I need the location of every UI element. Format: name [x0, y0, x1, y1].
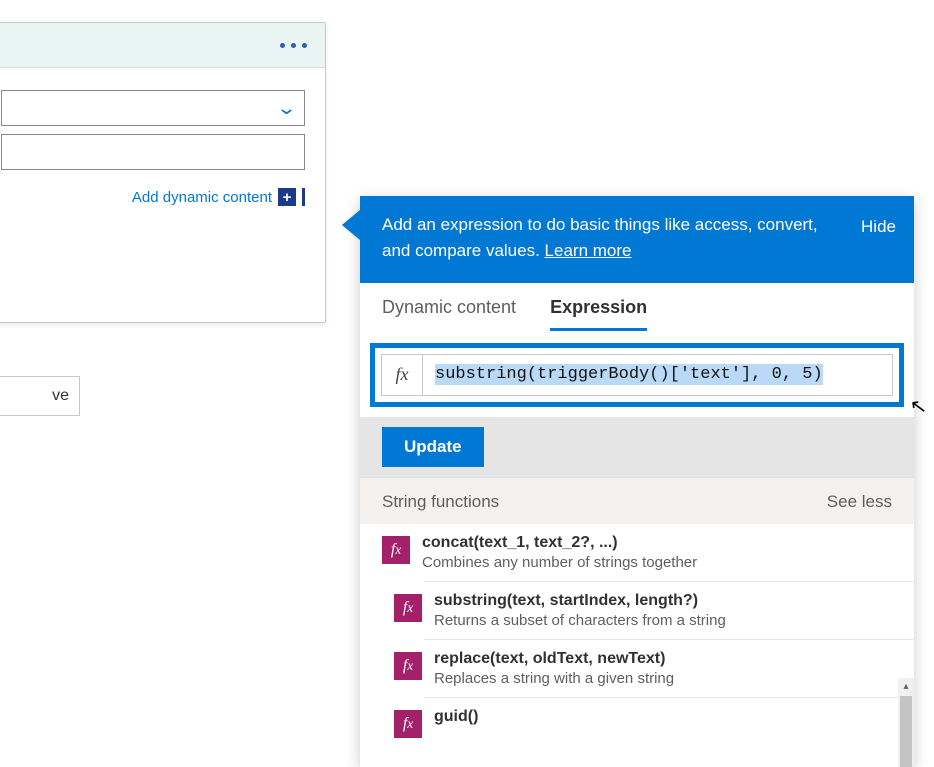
text-field[interactable]	[1, 134, 305, 170]
update-bar: Update	[360, 417, 914, 477]
action-card-header	[0, 23, 325, 68]
function-signature: concat(text_1, text_2?, ...)	[422, 534, 892, 552]
tab-expression[interactable]: Expression	[550, 297, 647, 331]
tab-dynamic-content[interactable]: Dynamic content	[382, 297, 516, 331]
update-button[interactable]: Update	[382, 427, 484, 467]
chevron-down-icon: ⌄	[276, 98, 297, 119]
fx-icon: fx	[381, 354, 423, 396]
function-description: Combines any number of strings together	[422, 554, 892, 571]
function-description: Returns a subset of characters from a st…	[434, 612, 892, 629]
hide-button[interactable]: Hide	[861, 212, 896, 240]
divider-icon	[302, 188, 305, 206]
function-signature: substring(text, startIndex, length?)	[434, 592, 892, 610]
expression-input-wrapper: fx substring(triggerBody()['text'], 0, 5…	[370, 343, 904, 407]
function-list: fx concat(text_1, text_2?, ...) Combines…	[360, 524, 914, 767]
tab-row: Dynamic content Expression	[360, 283, 914, 331]
more-icon[interactable]	[280, 43, 307, 48]
clipped-box[interactable]: ve	[0, 376, 80, 416]
callout-pointer-icon	[342, 210, 360, 240]
cursor-icon: ↖	[908, 393, 928, 420]
fx-badge-icon: fx	[394, 710, 422, 738]
fx-badge-icon: fx	[394, 652, 422, 680]
function-signature: guid()	[434, 708, 892, 726]
group-title: String functions	[382, 492, 499, 512]
panel-banner: Add an expression to do basic things lik…	[360, 196, 914, 283]
function-signature: replace(text, oldText, newText)	[434, 650, 892, 668]
function-description: Replaces a string with a given string	[434, 670, 892, 687]
function-item-guid[interactable]: fx guid()	[424, 697, 914, 748]
see-less-link[interactable]: See less	[827, 492, 892, 512]
scroll-up-icon[interactable]: ▴	[898, 678, 914, 694]
learn-more-link[interactable]: Learn more	[545, 241, 632, 260]
function-item-substring[interactable]: fx substring(text, startIndex, length?) …	[424, 581, 914, 639]
fx-badge-icon: fx	[382, 536, 410, 564]
function-item-replace[interactable]: fx replace(text, oldText, newText) Repla…	[424, 639, 914, 697]
action-card: ⌄ Add dynamic content +	[0, 22, 326, 323]
expression-input[interactable]: substring(triggerBody()['text'], 0, 5)	[423, 354, 893, 396]
fx-badge-icon: fx	[394, 594, 422, 622]
expression-panel: Add an expression to do basic things lik…	[360, 196, 914, 767]
clipped-box-text: ve	[52, 387, 69, 405]
plus-icon[interactable]: +	[278, 188, 296, 206]
scrollbar-track[interactable]: ▴	[898, 678, 914, 767]
dropdown-field[interactable]: ⌄	[1, 90, 305, 126]
function-item-concat[interactable]: fx concat(text_1, text_2?, ...) Combines…	[360, 524, 914, 581]
function-group-header[interactable]: String functions See less	[360, 477, 914, 524]
expression-text: substring(triggerBody()['text'], 0, 5)	[435, 364, 823, 385]
scrollbar-thumb[interactable]	[900, 696, 912, 767]
add-dynamic-content-link[interactable]: Add dynamic content	[132, 189, 272, 206]
